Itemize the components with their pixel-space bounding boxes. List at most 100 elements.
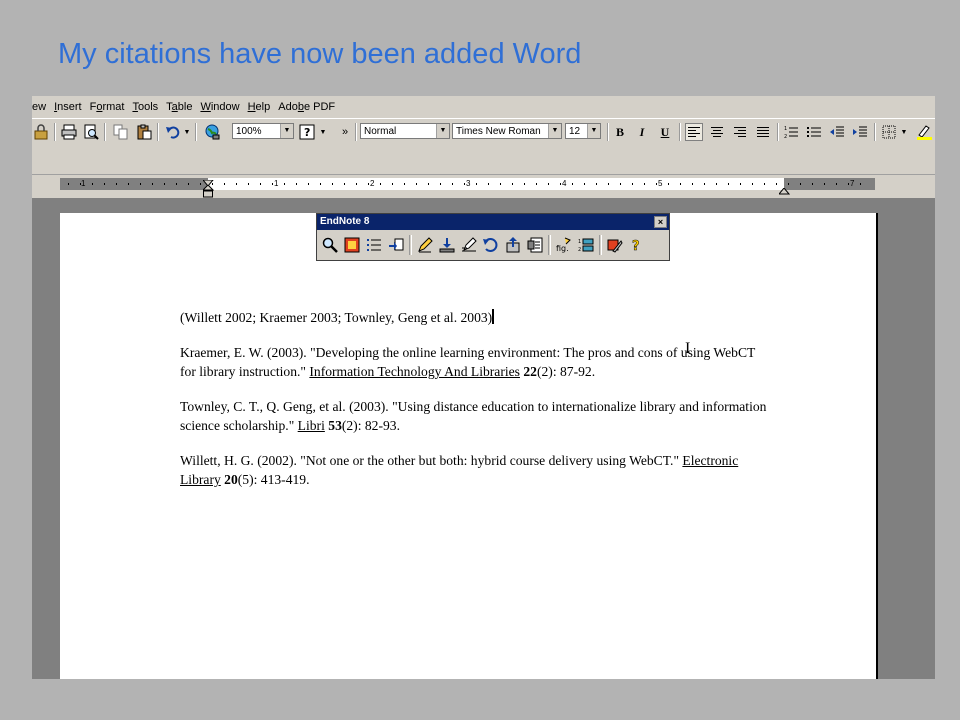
zoom-value: 100%	[236, 126, 262, 137]
menu-insert[interactable]: Insert	[51, 101, 85, 113]
ruler-tick	[428, 183, 429, 185]
menu-adobe-pdf[interactable]: Adobe PDF	[275, 101, 338, 113]
insert-selected-citation-icon[interactable]	[436, 234, 458, 256]
toolbar-separator	[355, 123, 357, 141]
help-icon[interactable]: ?	[298, 123, 316, 141]
print-icon[interactable]	[60, 123, 78, 141]
menu-tools[interactable]: Tools	[129, 101, 161, 113]
zoom-select[interactable]: 100% ▼	[232, 123, 294, 139]
ruler-tick	[176, 183, 177, 185]
ruler-tick	[68, 183, 69, 185]
svg-text:1: 1	[784, 126, 787, 132]
ruler-tick	[104, 183, 105, 185]
borders-dropdown-arrow-icon[interactable]: ▼	[900, 123, 908, 141]
chevron-down-icon: ▼	[280, 124, 293, 138]
document-body[interactable]: (Willett 2002; Kraemer 2003; Townley, Ge…	[180, 308, 770, 505]
ruler-tick	[656, 183, 657, 185]
align-left-icon[interactable]	[685, 123, 703, 141]
toolbar-separator	[599, 235, 602, 255]
ruler-tick	[776, 183, 777, 185]
bullet-list-icon[interactable]	[805, 123, 823, 141]
style-value: Normal	[364, 126, 397, 137]
reference-entry[interactable]: Townley, C. T., Q. Geng, et al. (2003). …	[180, 397, 770, 435]
svg-text:fig.: fig.	[556, 244, 569, 253]
highlight-icon[interactable]	[915, 123, 933, 141]
toolbar-overflow-icon[interactable]: »	[338, 123, 352, 141]
menu-window[interactable]: Window	[197, 101, 242, 113]
close-icon[interactable]: ×	[654, 216, 667, 228]
ruler-tick	[452, 183, 453, 185]
numbered-list-icon[interactable]: 12	[782, 123, 800, 141]
document-page[interactable]: (Willett 2002; Kraemer 2003; Townley, Ge…	[60, 213, 878, 679]
font-size-value: 12	[569, 126, 581, 137]
show-endnote-window-icon[interactable]	[524, 234, 546, 256]
ruler-tick	[836, 183, 837, 185]
style-select[interactable]: Normal ▼	[360, 123, 450, 139]
align-center-icon[interactable]	[708, 123, 726, 141]
web-globe-icon[interactable]	[203, 123, 221, 141]
decrease-indent-icon[interactable]	[828, 123, 846, 141]
font-size-select[interactable]: 12 ▼	[565, 123, 601, 139]
endnote-toolbar[interactable]: EndNote 8 × fig. 12 ?	[316, 213, 670, 261]
help-dropdown-arrow-icon[interactable]: ▼	[319, 123, 327, 141]
justify-icon[interactable]	[754, 123, 772, 141]
svg-text:2: 2	[784, 134, 787, 139]
menu-help[interactable]: Help	[245, 101, 274, 113]
find-citation-icon[interactable]	[319, 234, 341, 256]
go-to-endnote-icon[interactable]	[341, 234, 363, 256]
ruler-tick	[596, 183, 597, 185]
bold-button[interactable]: B	[611, 123, 629, 141]
copy-icon[interactable]	[112, 123, 130, 141]
borders-icon[interactable]	[880, 123, 898, 141]
preferences-icon[interactable]	[604, 234, 626, 256]
ruler-number: 4	[562, 179, 567, 188]
empty-toolbar-row	[32, 145, 935, 175]
toolbar-separator	[409, 235, 412, 255]
reference-text: Willett, H. G. (2002). "Not one or the o…	[180, 453, 683, 468]
citation-paragraph[interactable]: (Willett 2002; Kraemer 2003; Townley, Ge…	[180, 308, 770, 327]
underline-button[interactable]: U	[656, 123, 674, 141]
generate-figure-list-icon[interactable]: 12	[575, 234, 597, 256]
increase-indent-icon[interactable]	[851, 123, 869, 141]
format-bibliography-icon[interactable]	[363, 234, 385, 256]
undo-icon[interactable]	[164, 123, 182, 141]
ruler-tick	[536, 183, 537, 185]
italic-button[interactable]: I	[633, 123, 651, 141]
endnote-help-icon[interactable]: ?	[626, 234, 648, 256]
ruler-tick	[200, 183, 201, 185]
reference-entry[interactable]: Kraemer, E. W. (2003). "Developing the o…	[180, 343, 770, 381]
menu-format[interactable]: Format	[87, 101, 128, 113]
reference-text: Townley, C. T., Q. Geng, et al. (2003). …	[180, 399, 767, 433]
ruler-tick	[284, 183, 285, 185]
edit-citation-icon[interactable]	[414, 234, 436, 256]
undo-dropdown-arrow-icon[interactable]: ▼	[183, 123, 191, 141]
i-beam-cursor-icon: I	[685, 340, 691, 357]
ruler-tick	[644, 183, 645, 185]
align-right-icon[interactable]	[731, 123, 749, 141]
toolbar-separator	[195, 123, 197, 141]
endnote-title-bar[interactable]: EndNote 8 ×	[317, 214, 669, 230]
edit-library-reference-icon[interactable]	[458, 234, 480, 256]
unformat-citations-icon[interactable]	[480, 234, 502, 256]
insert-figure-icon[interactable]: fig.	[553, 234, 575, 256]
hanging-indent-marker[interactable]	[201, 184, 215, 204]
ruler-tick	[488, 183, 489, 185]
ruler-tick	[440, 183, 441, 185]
ruler-tick	[164, 183, 165, 185]
menu-view[interactable]: ew	[32, 101, 49, 113]
right-indent-marker[interactable]	[777, 183, 791, 201]
reference-issue-pages: (2): 87-92.	[536, 364, 596, 379]
paste-icon[interactable]	[135, 123, 153, 141]
ruler-tick	[812, 183, 813, 185]
font-select[interactable]: Times New Roman ▼	[452, 123, 562, 139]
ruler-tick	[260, 183, 261, 185]
print-preview-icon[interactable]	[82, 123, 100, 141]
horizontal-ruler[interactable]: 1 1 2 3 4 5 7	[60, 178, 875, 198]
insert-citation-icon[interactable]	[385, 234, 407, 256]
export-traveling-library-icon[interactable]	[502, 234, 524, 256]
reference-entry[interactable]: Willett, H. G. (2002). "Not one or the o…	[180, 451, 770, 489]
slide-title: My citations have now been added Word	[58, 38, 582, 70]
menu-table[interactable]: Table	[163, 101, 195, 113]
lock-icon[interactable]	[32, 123, 50, 141]
font-value: Times New Roman	[456, 126, 541, 137]
